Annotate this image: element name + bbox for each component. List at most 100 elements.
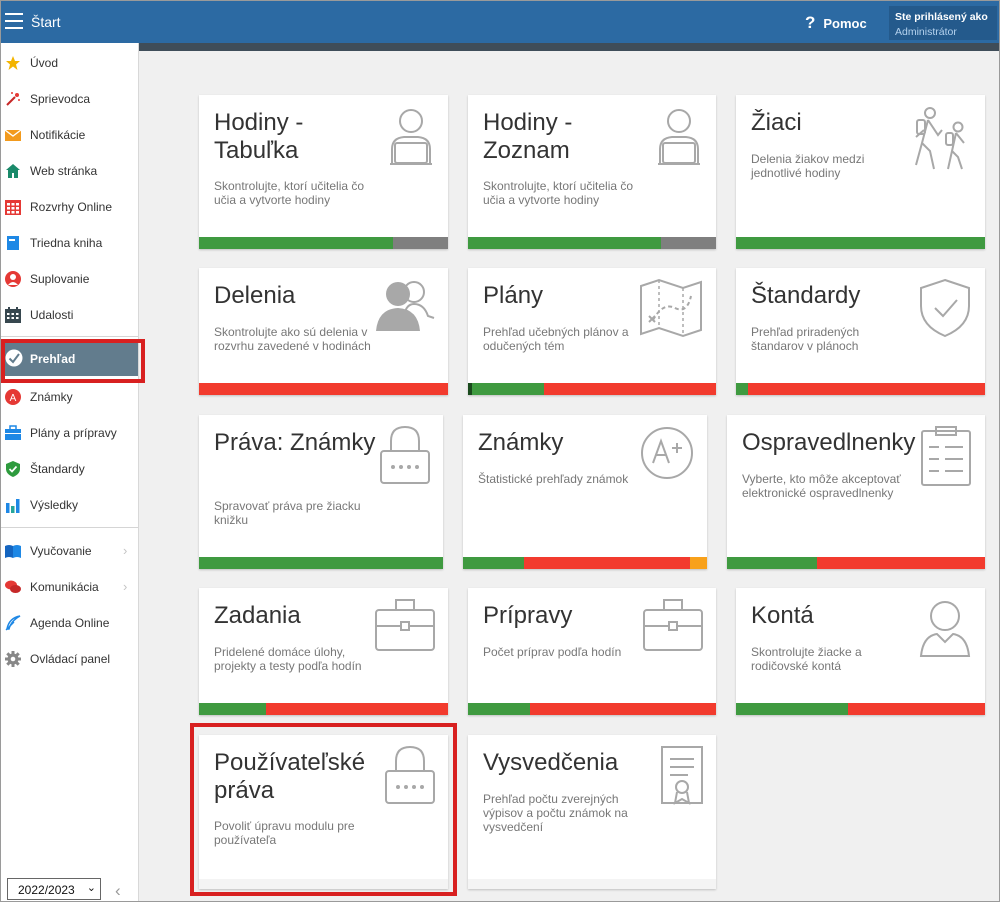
tile-hodiny---tabuľka[interactable]: Hodiny - Tabuľka Skontrolujte, ktorí učit… — [199, 95, 448, 249]
sidebar-item-standardy[interactable]: Štandardy — [1, 454, 138, 482]
sidebar-item-rozvrhy[interactable]: Rozvrhy Online — [1, 192, 138, 220]
map-icon — [639, 278, 704, 343]
tile-známky[interactable]: Známky Štatistické prehľady známok — [463, 415, 707, 569]
progress-segment — [736, 703, 849, 715]
sidebar-item-label: Agenda Online — [30, 616, 110, 630]
chevron-down-icon: ⌄ — [86, 882, 96, 894]
user-info[interactable]: Ste prihlásený ako Administrátor — [889, 6, 997, 40]
progress-bar — [468, 703, 716, 715]
school-year-value: 2022/2023 — [18, 883, 75, 897]
tile-title: Hodiny - Zoznam — [483, 109, 573, 164]
progress-segment — [530, 703, 716, 715]
help-label: Pomoc — [823, 16, 867, 31]
sidebar-item-label: Prehľad — [30, 352, 76, 366]
calendar-icon — [5, 307, 21, 323]
sidebar-item-label: Výsledky — [30, 498, 79, 512]
tile-title: Hodiny - Tabuľka — [214, 109, 304, 164]
tile-kontá[interactable]: Kontá Skontrolujte žiacke a rodičovské ko… — [736, 588, 985, 715]
tile-delenia[interactable]: Delenia Skontrolujte ako sú delenia v roz… — [199, 268, 448, 395]
tile-footer — [468, 879, 716, 889]
sidebar-item-znamky[interactable]: A Známky — [1, 382, 138, 410]
sidebar-item-label: Triedna kniha — [30, 236, 103, 250]
shield-check-icon — [6, 461, 20, 477]
svg-text:A: A — [10, 393, 17, 404]
progress-segment — [689, 557, 707, 569]
sidebar-divider — [1, 527, 138, 528]
progress-segment — [471, 383, 544, 395]
collapse-sidebar-button[interactable]: ‹ — [115, 881, 121, 901]
sidebar-divider — [1, 336, 138, 337]
sidebar-item-agenda[interactable]: Agenda Online — [1, 608, 138, 636]
tile-práva-známky[interactable]: Práva: Známky Spravovať práva pre žiacku … — [199, 415, 443, 569]
tile-description: Skontrolujte žiacke a rodičovské kontá — [751, 645, 862, 673]
sidebar-item-label: Sprievodca — [30, 92, 91, 106]
tile-description: Prehľad učebných plánov a odučených tém — [483, 325, 629, 353]
tile-používateľské-práva[interactable]: Používateľské práva Povoliť úpravu modulu… — [199, 735, 448, 889]
tile-hodiny---zoznam[interactable]: Hodiny - Zoznam Skontrolujte, ktorí učite… — [468, 95, 716, 249]
progress-segment — [199, 703, 267, 715]
tile-description: Štatistické prehľady známok — [478, 472, 629, 486]
sidebar-item-suplovanie[interactable]: Suplovanie — [1, 264, 138, 292]
progress-segment — [266, 703, 448, 715]
progress-bar — [199, 703, 448, 715]
sidebar-item-vysledky[interactable]: Výsledky — [1, 490, 138, 518]
tile-plány[interactable]: Plány Prehľad učebných plánov a odučených… — [468, 268, 716, 395]
star-icon — [6, 56, 20, 70]
sidebar-item-label: Rozvrhy Online — [30, 200, 113, 214]
user-caption: Ste prihlásený ako — [895, 11, 988, 23]
teacher-laptop-icon — [654, 105, 704, 175]
sidebar-item-ovladaci-panel[interactable]: Ovládací panel — [1, 644, 138, 672]
progress-bar — [727, 557, 985, 569]
tile-štandardy[interactable]: Štandardy Prehľad priradených štandarov v… — [736, 268, 985, 395]
sidebar-item-plany[interactable]: Plány a prípravy — [1, 418, 138, 446]
calendar-grid-icon — [5, 200, 21, 215]
briefcase-icon — [5, 425, 21, 440]
sidebar-item-label: Úvod — [30, 56, 59, 70]
chevron-right-icon: › — [123, 543, 128, 558]
help-button[interactable]: ? Pomoc — [805, 13, 867, 33]
progress-bar — [736, 237, 985, 249]
sidebar-item-vyucovanie[interactable]: Vyučovanie › — [1, 536, 138, 564]
school-year-select[interactable]: 2022/2023 ⌄ — [7, 878, 101, 900]
tile-description: Počet príprav podľa hodín — [483, 645, 622, 659]
sidebar-item-udalosti[interactable]: Udalosti — [1, 300, 138, 328]
gear-icon — [5, 651, 21, 667]
tile-ospravedlnenky[interactable]: Ospravedlnenky Vyberte, kto môže akceptov… — [727, 415, 985, 569]
tile-description: Povoliť úpravu modulu pre používateľa — [214, 819, 355, 847]
sidebar-item-web-stranka[interactable]: Web stránka — [1, 156, 138, 184]
progress-bar — [736, 383, 985, 395]
briefcase-icon — [642, 598, 704, 659]
header-strip — [139, 43, 999, 51]
sidebar-item-notifikacie[interactable]: Notifikácie — [1, 120, 138, 148]
shield-check-icon — [917, 278, 973, 343]
progress-bar — [736, 703, 985, 715]
sidebar-item-label: Ovládací panel — [30, 652, 111, 666]
sidebar-item-sprievodca[interactable]: Sprievodca — [1, 84, 138, 112]
sidebar-item-prehlad[interactable]: Prehľad — [1, 340, 138, 376]
progress-bar — [463, 557, 707, 569]
tile-description: Pridelené domáce úlohy, projekty a testy… — [214, 645, 362, 673]
sidebar-item-uvod[interactable]: Úvod — [1, 48, 138, 76]
tile-description: Delenia žiakov medzi jednotlivé hodiny — [751, 152, 865, 180]
tile-zadania[interactable]: Zadania Pridelené domáce úlohy, projekty … — [199, 588, 448, 715]
tile-prípravy[interactable]: Prípravy Počet príprav podľa hodín — [468, 588, 716, 715]
tile-description: Skontrolujte, ktorí učitelia čo učia a v… — [214, 179, 365, 207]
sidebar-item-label: Komunikácia — [30, 580, 99, 594]
sidebar-item-komunikacia[interactable]: Komunikácia › — [1, 572, 138, 600]
tile-vysvedčenia[interactable]: Vysvedčenia Prehľad počtu zverejných výpi… — [468, 735, 716, 889]
teacher-laptop-icon — [386, 105, 436, 175]
progress-bar — [199, 237, 448, 249]
tile-description: Skontrolujte, ktorí učitelia čo učia a v… — [483, 179, 634, 207]
page-title: Štart — [31, 14, 61, 30]
sidebar-item-triedna-kniha[interactable]: Triedna kniha — [1, 228, 138, 256]
tile-description: Prehľad priradených štandarov v plánoch — [751, 325, 860, 353]
tile-description: Skontrolujte ako sú delenia v rozvrhu za… — [214, 325, 371, 353]
padlock-icon — [379, 425, 431, 492]
progress-segment — [661, 237, 716, 249]
progress-segment — [736, 383, 749, 395]
padlock-icon — [384, 745, 436, 812]
progress-segment — [524, 557, 690, 569]
hamburger-icon[interactable] — [5, 13, 23, 29]
sidebar-item-label: Notifikácie — [30, 128, 86, 142]
tile-žiaci[interactable]: Žiaci Delenia žiakov medzi jednotlivé hod… — [736, 95, 985, 249]
